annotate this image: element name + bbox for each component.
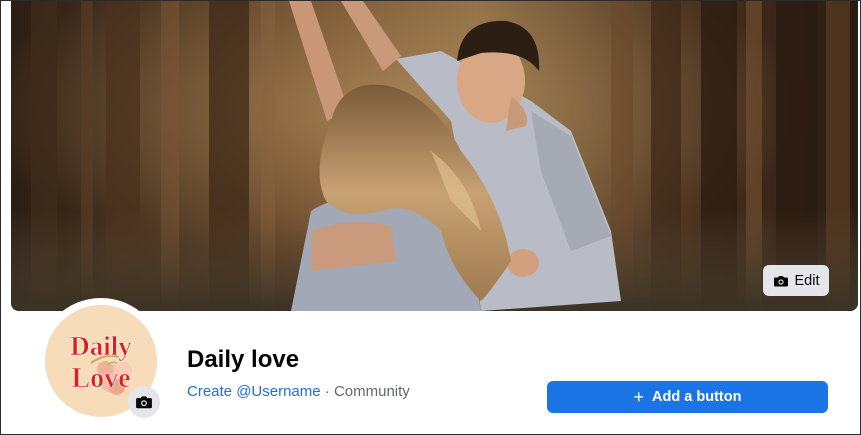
add-a-button[interactable]: + Add a button [547,381,828,413]
avatar-text-line2: Love [71,363,130,394]
meta-separator: · [320,383,334,400]
edit-cover-label: Edit [794,272,820,289]
page-header-card: Edit Daily Love Daily love Create @Usern… [0,0,861,435]
cover-photo[interactable]: Edit [11,1,858,311]
add-button-label: Add a button [652,389,742,405]
page-category: Community [333,383,410,400]
cover-photo-image [11,1,858,311]
avatar-text-line1: Daily [70,331,132,361]
page-meta: Create @Username · Community [187,383,410,400]
camera-icon [135,393,153,411]
plus-icon: + [633,387,645,407]
update-avatar-button[interactable] [128,386,160,418]
create-username-link[interactable]: Create @Username [187,383,321,400]
page-title: Daily love [187,346,300,373]
edit-cover-button[interactable]: Edit [763,265,829,296]
camera-icon [773,273,789,289]
